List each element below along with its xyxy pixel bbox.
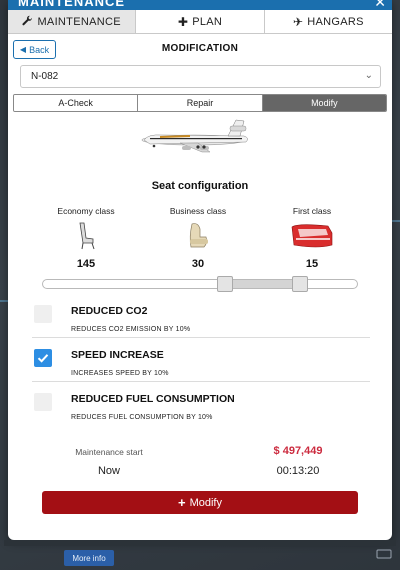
economy-seat-icon <box>79 222 95 250</box>
aircraft-select[interactable]: N-082 ⌄ <box>20 65 381 88</box>
checkmark-icon <box>37 354 49 363</box>
tab-hangars-label: HANGARS <box>307 15 364 28</box>
map-route-line <box>392 220 400 222</box>
checkbox-speed-increase[interactable] <box>34 349 52 367</box>
maintenance-duration: 00:13:20 <box>276 465 320 477</box>
segment-repair[interactable]: Repair <box>138 95 263 111</box>
modal-title: MAINTENANCE <box>18 0 126 9</box>
checkbox-reduced-co2[interactable] <box>34 305 52 323</box>
tab-plan-label: PLAN <box>192 15 223 28</box>
map-footer-bar <box>4 540 396 546</box>
economy-class-label: Economy class <box>57 206 115 216</box>
seat-slider-range <box>225 280 300 288</box>
segment-a-check[interactable]: A-Check <box>14 95 139 111</box>
option-reduced-fuel-consumption[interactable]: REDUCED FUEL CONSUMPTION REDUCES FUEL CO… <box>32 386 370 426</box>
option-speed-increase[interactable]: SPEED INCREASE INCREASES SPEED BY 10% <box>32 342 370 382</box>
modify-button-label: Modify <box>189 496 222 509</box>
first-class-seat-icon <box>291 224 333 248</box>
seat-slider-handle-first[interactable] <box>292 276 308 292</box>
option-description: REDUCES FUEL CONSUMPTION BY 10% <box>71 414 213 421</box>
maintenance-type-selector: A-Check Repair Modify <box>13 94 387 112</box>
maintenance-start-value: Now <box>97 465 120 477</box>
maintenance-price: $ 497,449 <box>273 445 323 457</box>
tab-hangars[interactable]: ✈ HANGARS <box>264 10 392 33</box>
section-title: MODIFICATION <box>161 43 239 54</box>
map-route-line <box>0 300 8 302</box>
business-class-label: Business class <box>169 206 227 216</box>
first-class-label: First class <box>292 206 332 216</box>
tab-plan[interactable]: ✚ PLAN <box>136 10 265 33</box>
segment-modify[interactable]: Modify <box>262 95 386 111</box>
first-class-column: First class 15 <box>262 206 362 270</box>
modify-button[interactable]: + Modify <box>42 491 358 514</box>
tab-maintenance-label: MAINTENANCE <box>37 15 121 28</box>
seat-slider[interactable] <box>42 276 358 292</box>
first-class-count: 15 <box>305 258 319 270</box>
seat-slider-handle-economy[interactable] <box>217 276 233 292</box>
option-name: REDUCED CO2 <box>71 305 148 317</box>
plus-icon: ✚ <box>177 14 189 29</box>
chevron-down-icon: ⌄ <box>364 70 373 81</box>
plane-icon: ✈ <box>292 14 304 29</box>
modal-header: MAINTENANCE ✕ <box>8 0 392 10</box>
seat-configuration-title: Seat configuration <box>151 180 249 192</box>
maintenance-start-label: Maintenance start <box>75 447 143 457</box>
economy-class-column: Economy class 145 <box>36 206 136 270</box>
plus-icon: + <box>178 495 186 510</box>
economy-class-count: 145 <box>76 258 96 270</box>
checkbox-reduced-fuel-consumption[interactable] <box>34 393 52 411</box>
tab-bar: MAINTENANCE ✚ PLAN ✈ HANGARS <box>8 10 392 34</box>
aircraft-select-value: N-082 <box>31 71 59 82</box>
business-class-count: 30 <box>191 258 205 270</box>
option-description: REDUCES CO2 EMISSION BY 10% <box>71 326 191 333</box>
business-seat-icon <box>189 223 208 248</box>
option-name: REDUCED FUEL CONSUMPTION <box>71 393 235 405</box>
maintenance-modal: MAINTENANCE ✕ MAINTENANCE ✚ PLAN ✈ HANGA… <box>8 0 392 540</box>
option-name: SPEED INCREASE <box>71 349 164 361</box>
option-description: INCREASES SPEED BY 10% <box>71 370 169 377</box>
map-control-icon[interactable] <box>376 548 392 560</box>
wrench-icon <box>22 15 33 29</box>
tab-maintenance[interactable]: MAINTENANCE <box>8 10 137 33</box>
business-class-column: Business class 30 <box>148 206 248 270</box>
more-info-button[interactable]: More info <box>64 550 114 566</box>
aircraft-image <box>141 119 248 153</box>
option-reduced-co2[interactable]: REDUCED CO2 REDUCES CO2 EMISSION BY 10% <box>32 298 370 338</box>
